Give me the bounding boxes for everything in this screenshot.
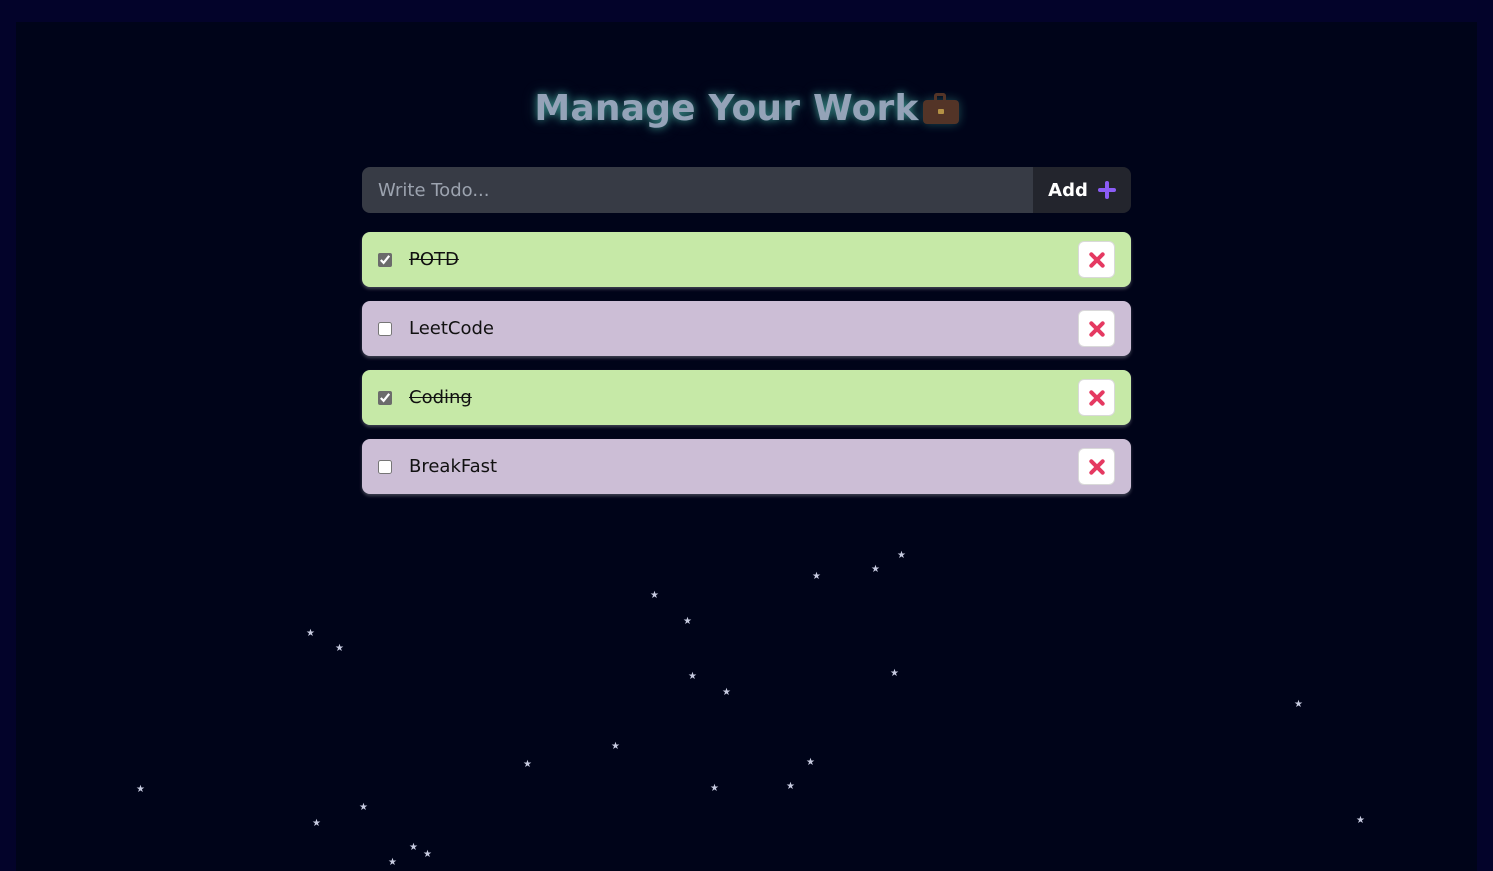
- page-title: Manage Your Work: [16, 88, 1477, 133]
- todo-checkbox[interactable]: [378, 390, 392, 405]
- todo-checkbox[interactable]: [378, 252, 392, 267]
- todo-text[interactable]: BreakFast: [409, 456, 1078, 477]
- star-icon: ★: [423, 849, 432, 860]
- star-icon: ★: [710, 783, 719, 794]
- todo-form: Add: [362, 167, 1131, 213]
- todo-item: POTD: [362, 232, 1131, 287]
- star-icon: ★: [335, 643, 344, 654]
- star-icon: ★: [1356, 815, 1365, 826]
- star-icon: ★: [890, 668, 899, 679]
- add-button-label: Add: [1048, 179, 1088, 201]
- delete-button[interactable]: [1078, 448, 1115, 485]
- close-icon: [1088, 389, 1106, 407]
- star-icon: ★: [1294, 699, 1303, 710]
- todo-text[interactable]: POTD: [409, 249, 1078, 270]
- star-icon: ★: [650, 590, 659, 601]
- star-icon: ★: [812, 571, 821, 582]
- star-icon: ★: [806, 757, 815, 768]
- todo-item: BreakFast: [362, 439, 1131, 494]
- todo-item: LeetCode: [362, 301, 1131, 356]
- star-icon: ★: [611, 741, 620, 752]
- todo-text[interactable]: LeetCode: [409, 318, 1078, 339]
- briefcase-icon: [922, 92, 959, 133]
- star-icon: ★: [409, 842, 418, 853]
- star-icon: ★: [136, 784, 145, 795]
- plus-icon: [1097, 181, 1116, 199]
- star-icon: ★: [312, 818, 321, 829]
- app-stage: ★ ★ ★ ★ ★ ★ ★ ★ ★ ★ ★ ★ ★ ★ ★ ★ ★ ★ ★ ★ …: [16, 22, 1477, 871]
- close-icon: [1088, 458, 1106, 476]
- page-title-text: Manage Your Work: [534, 88, 919, 129]
- todo-checkbox[interactable]: [378, 321, 392, 336]
- close-icon: [1088, 251, 1106, 269]
- star-icon: ★: [871, 564, 880, 575]
- delete-button[interactable]: [1078, 241, 1115, 278]
- delete-button[interactable]: [1078, 310, 1115, 347]
- todo-input[interactable]: [362, 167, 1033, 213]
- delete-button[interactable]: [1078, 379, 1115, 416]
- close-icon: [1088, 320, 1106, 338]
- star-icon: ★: [359, 802, 368, 813]
- star-icon: ★: [683, 616, 692, 627]
- add-button[interactable]: Add: [1033, 167, 1131, 213]
- star-icon: ★: [688, 671, 697, 682]
- todo-item: Coding: [362, 370, 1131, 425]
- star-icon: ★: [897, 550, 906, 561]
- todo-list: POTD LeetCode Coding BreakFast: [362, 232, 1131, 508]
- star-icon: ★: [523, 759, 532, 770]
- star-icon: ★: [786, 781, 795, 792]
- star-icon: ★: [306, 628, 315, 639]
- star-icon: ★: [722, 687, 731, 698]
- star-icon: ★: [388, 857, 397, 868]
- todo-text[interactable]: Coding: [409, 387, 1078, 408]
- todo-checkbox[interactable]: [378, 459, 392, 474]
